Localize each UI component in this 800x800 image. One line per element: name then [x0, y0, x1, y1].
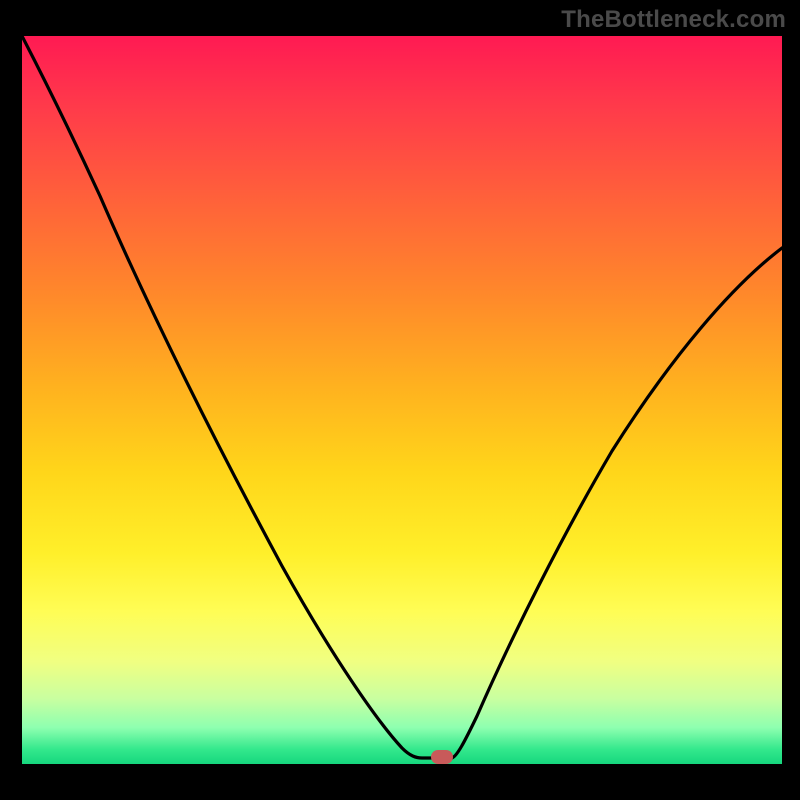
optimum-marker [431, 750, 453, 764]
curve-path [22, 36, 782, 758]
chart-frame: TheBottleneck.com [0, 0, 800, 800]
watermark-text: TheBottleneck.com [561, 6, 786, 34]
plot-area [22, 36, 782, 764]
bottleneck-curve [22, 36, 782, 764]
